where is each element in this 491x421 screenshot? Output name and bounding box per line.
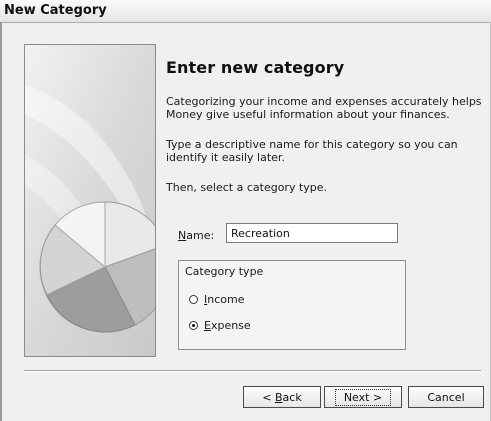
- income-radio-button[interactable]: [189, 294, 198, 304]
- expense-radio-label[interactable]: Expense: [204, 319, 251, 332]
- income-radio-label[interactable]: Income: [204, 293, 244, 306]
- pie-chart-illustration-icon: [24, 44, 156, 357]
- next-label: Next >: [334, 388, 392, 406]
- window-title: New Category: [4, 3, 107, 18]
- expense-radio-option[interactable]: Expense: [189, 318, 251, 332]
- expense-accel: E: [204, 318, 211, 332]
- intro-paragraph-1: Categorizing your income and expenses ac…: [166, 95, 482, 121]
- category-type-group: Category type Income Expense: [178, 260, 406, 350]
- expense-radio-button[interactable]: [189, 320, 198, 330]
- title-bar[interactable]: New Category: [0, 0, 491, 23]
- back-accel: B: [275, 390, 283, 404]
- new-category-dialog: New Category Enter new category Categori…: [0, 0, 491, 421]
- intro-paragraph-3: Then, select a category type.: [166, 181, 328, 194]
- page-heading: Enter new category: [166, 58, 345, 77]
- income-radio-option[interactable]: Income: [189, 292, 244, 306]
- category-type-title: Category type: [185, 265, 264, 278]
- window-left-border: [0, 22, 2, 421]
- income-label-text: ncome: [207, 292, 245, 306]
- expense-label-text: xpense: [210, 318, 251, 332]
- name-label-text: ame:: [186, 229, 215, 242]
- name-input[interactable]: [226, 223, 398, 243]
- cancel-button[interactable]: Cancel: [408, 386, 484, 408]
- back-label: ack: [282, 390, 302, 404]
- intro-paragraph-2: Type a descriptive name for this categor…: [166, 138, 458, 164]
- next-button[interactable]: Next >: [324, 386, 402, 408]
- button-divider: [24, 370, 481, 372]
- back-prefix: <: [262, 390, 275, 404]
- back-button[interactable]: < Back: [243, 386, 321, 408]
- cancel-label: Cancel: [427, 390, 465, 404]
- name-label-accel: N: [178, 229, 187, 242]
- name-label: Name:: [178, 229, 214, 242]
